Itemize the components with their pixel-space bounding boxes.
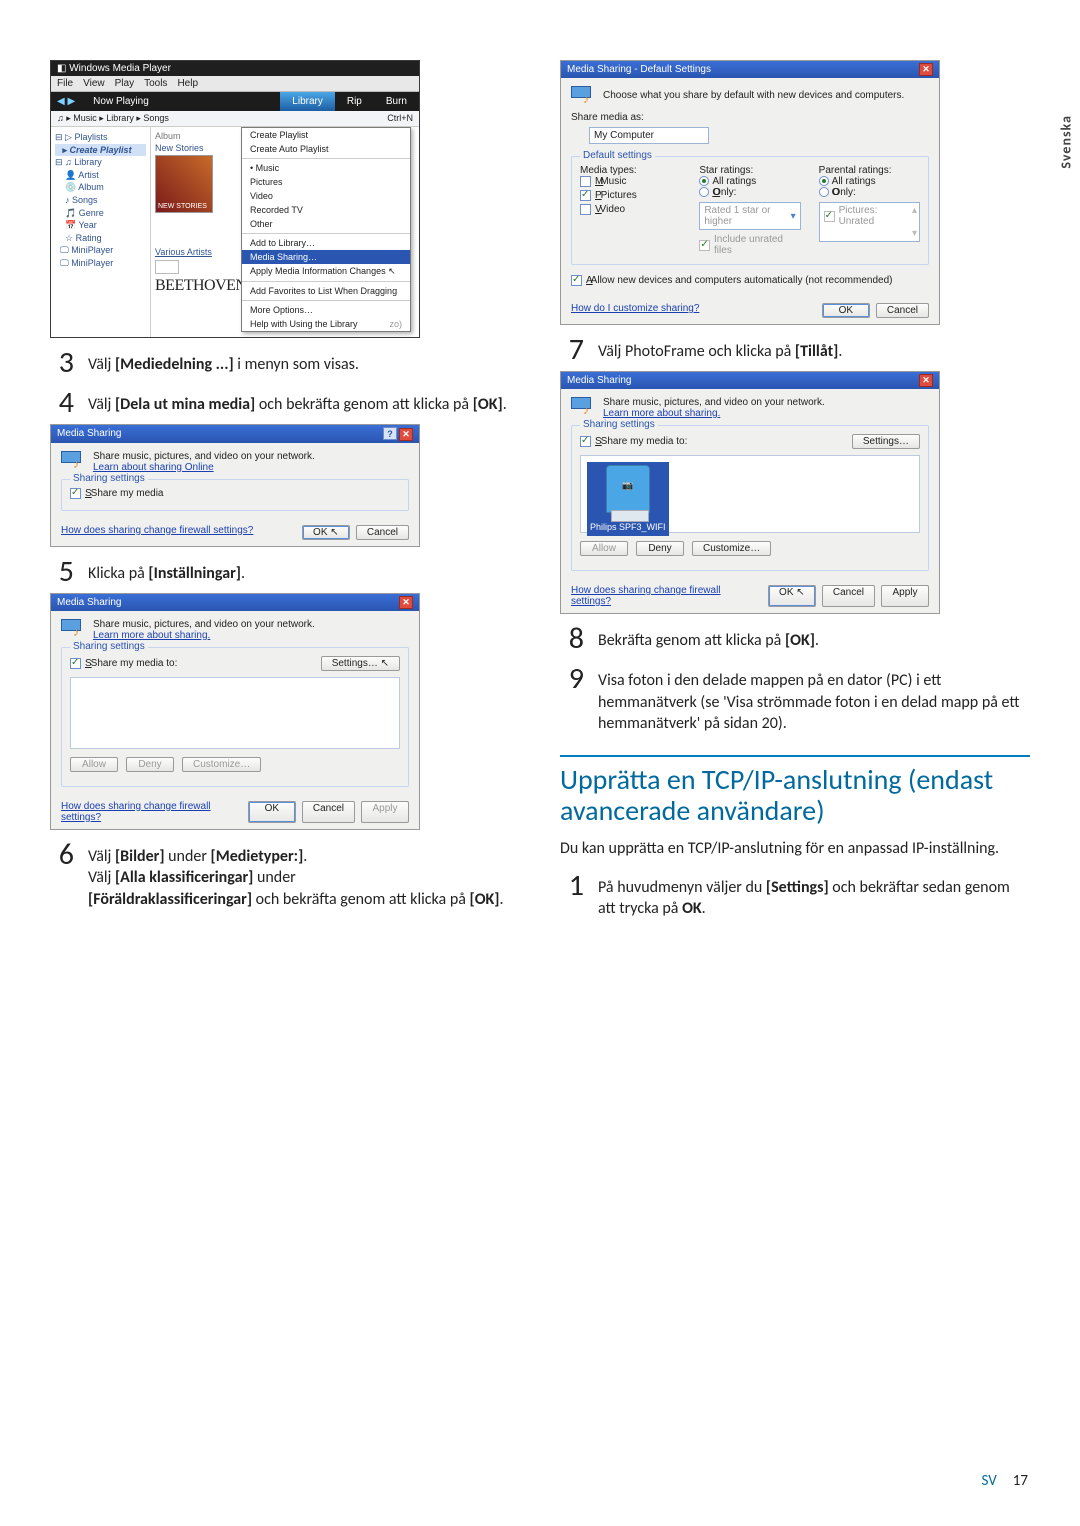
ok-button[interactable]: OK ↖ bbox=[302, 525, 350, 540]
apply-button[interactable]: Apply bbox=[881, 585, 929, 607]
ok-button[interactable]: OK bbox=[248, 801, 296, 823]
step-5: 5 Klicka på [Inställningar]. bbox=[50, 557, 520, 587]
learn-link[interactable]: Learn more about sharing. bbox=[603, 408, 720, 419]
wmp-tree: ⊟ ▷ Playlists ▸ Create Playlist ⊟ ♫ Libr… bbox=[51, 127, 151, 337]
media-sharing-dialog-3: Media Sharing✕ ♪ Share music, pictures, … bbox=[560, 371, 940, 614]
customize-button[interactable]: Customize… bbox=[692, 541, 771, 556]
device-item[interactable]: 📷 Philips SPF3_WIFI bbox=[587, 462, 669, 536]
tcp-heading: Upprätta en TCP/IP-anslutning (endast av… bbox=[560, 755, 1030, 827]
step-8: 8 Bekräfta genom att klicka på [OK]. bbox=[560, 624, 1030, 654]
share-media-to-checkbox[interactable]: SShare my media to: bbox=[70, 658, 177, 669]
only-radio[interactable] bbox=[699, 187, 709, 197]
customize-button: Customize… bbox=[182, 757, 261, 772]
deny-button: Deny bbox=[126, 757, 174, 772]
ok-button[interactable]: OK bbox=[822, 303, 870, 318]
close-icon: ✕ bbox=[399, 428, 413, 441]
allow-button: Allow bbox=[70, 757, 118, 772]
close-icon: ✕ bbox=[399, 596, 413, 609]
learn-link[interactable]: Learn more about sharing. bbox=[93, 630, 210, 641]
step-9: 9 Visa foton i den delade mappen på en d… bbox=[560, 664, 1030, 735]
allow-button[interactable]: Allow bbox=[580, 541, 628, 556]
step-4: 4 Välj [Dela ut mina media] och bekräfta… bbox=[50, 388, 520, 418]
deny-button[interactable]: Deny bbox=[636, 541, 684, 556]
cancel-button[interactable]: Cancel bbox=[822, 585, 875, 607]
help-icon: ? bbox=[383, 427, 397, 440]
share-icon: ♪ bbox=[571, 397, 595, 415]
apply-button: Apply bbox=[361, 801, 409, 823]
page-footer: SV17 bbox=[981, 1472, 1028, 1490]
rated-select: Rated 1 star or higher▾ bbox=[699, 202, 800, 230]
step-3: 3 Välj [Mediedelning ...] i menyn som vi… bbox=[50, 348, 520, 378]
allow-new-checkbox[interactable]: AAllow new devices and computers automat… bbox=[571, 275, 892, 286]
firewall-link[interactable]: How does sharing change firewall setting… bbox=[571, 585, 762, 607]
parental-only-radio[interactable] bbox=[819, 187, 829, 197]
share-media-to-checkbox[interactable]: SShare my media to: bbox=[580, 436, 687, 447]
wmp-screenshot: ◧ Windows Media Player FileViewPlayTools… bbox=[50, 60, 420, 338]
photoframe-icon: 📷 bbox=[606, 465, 650, 513]
video-checkbox[interactable]: VVideo bbox=[580, 204, 625, 215]
music-checkbox[interactable]: MMusic bbox=[580, 176, 626, 187]
share-icon: ♪ bbox=[571, 86, 595, 104]
cancel-button[interactable]: Cancel bbox=[876, 303, 929, 318]
share-icon: ♪ bbox=[61, 451, 85, 469]
close-icon: ✕ bbox=[919, 63, 933, 76]
media-sharing-dialog-1: Media Sharing?✕ ♪ Share music, pictures,… bbox=[50, 424, 420, 547]
parental-all-radio[interactable] bbox=[819, 176, 829, 186]
tcp-intro: Du kan upprätta en TCP/IP-anslutning för… bbox=[560, 838, 1030, 860]
cancel-button[interactable]: Cancel bbox=[356, 525, 409, 540]
media-sharing-default-settings: Media Sharing - Default Settings✕ ♪ Choo… bbox=[560, 60, 940, 325]
customize-link[interactable]: How do I customize sharing? bbox=[571, 303, 699, 318]
firewall-link[interactable]: How does sharing change firewall setting… bbox=[61, 801, 242, 823]
parental-list: Pictures: Unrated ▴ ▾ bbox=[819, 202, 920, 242]
media-sharing-dialog-2: Media Sharing✕ ♪ Share music, pictures, … bbox=[50, 593, 420, 830]
wmp-titlebar: ◧ Windows Media Player bbox=[51, 61, 419, 76]
pictures-checkbox[interactable]: PPictures bbox=[580, 190, 637, 201]
share-my-media-checkbox[interactable]: SShare my media bbox=[70, 488, 163, 499]
library-dropdown: Create Playlist Create Auto Playlist Mus… bbox=[241, 127, 411, 332]
language-side-label: Svenska bbox=[1058, 115, 1075, 169]
learn-link[interactable]: Learn about sharing Online bbox=[93, 462, 214, 473]
share-icon: ♪ bbox=[61, 619, 85, 637]
ok-button[interactable]: OK ↖ bbox=[768, 585, 816, 607]
all-ratings-radio[interactable] bbox=[699, 176, 709, 186]
step-6: 6 Välj [Bilder] under [Medietyper:]. Väl… bbox=[50, 840, 520, 911]
tcp-step-1: 1 På huvudmenyn väljer du [Settings] och… bbox=[560, 871, 1030, 920]
share-as-field[interactable]: My Computer bbox=[589, 127, 709, 144]
wmp-menubar: FileViewPlayToolsHelp bbox=[51, 76, 419, 92]
step-7: 7 Välj PhotoFrame och klicka på [Tillåt]… bbox=[560, 335, 1030, 365]
cancel-button[interactable]: Cancel bbox=[302, 801, 355, 823]
settings-button[interactable]: Settings… ↖ bbox=[321, 656, 400, 671]
firewall-link[interactable]: How does sharing change firewall setting… bbox=[61, 525, 253, 540]
close-icon: ✕ bbox=[919, 374, 933, 387]
settings-button[interactable]: Settings… bbox=[852, 434, 920, 449]
wmp-tabs: ◀ ▶ Now Playing Library Rip Burn bbox=[51, 92, 419, 111]
